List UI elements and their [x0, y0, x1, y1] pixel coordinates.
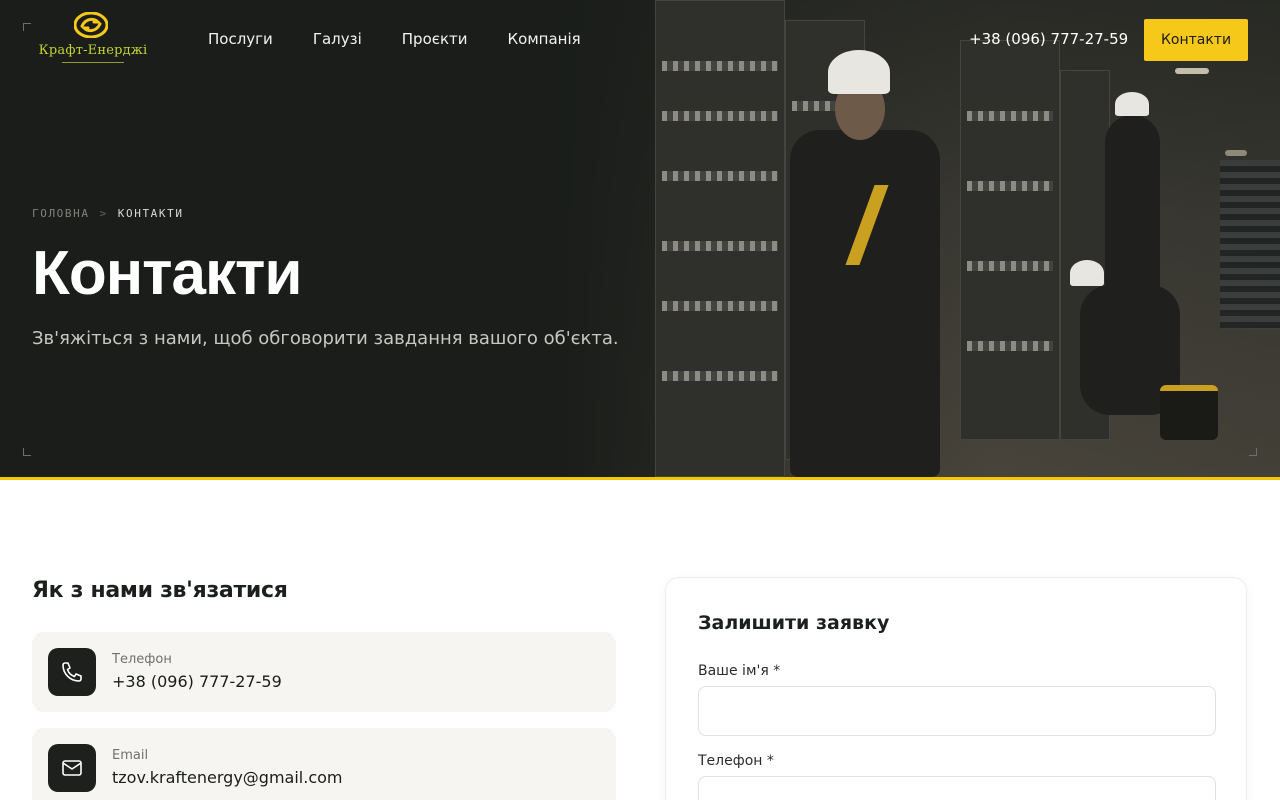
- electrical-cabinet: [960, 40, 1060, 440]
- name-input[interactable]: [698, 686, 1216, 736]
- logo-text: Крафт-Енерджі: [38, 43, 148, 58]
- form-title: Залишити заявку: [698, 612, 890, 634]
- phone-field-label: Телефон *: [698, 753, 774, 769]
- worker-figure: [790, 130, 940, 477]
- contacts-section-title: Як з нами зв'язатися: [32, 578, 288, 603]
- breadcrumb-current: КОНТАКТИ: [117, 207, 184, 220]
- logo[interactable]: Крафт-Енерджі: [36, 12, 150, 66]
- hero-photo: [560, 0, 1280, 477]
- phone-input[interactable]: [698, 776, 1216, 800]
- contact-card-email[interactable]: Email tzov.kraftenergy@gmail.com: [32, 728, 616, 800]
- request-form: Залишити заявку Ваше ім'я * Телефон *: [665, 577, 1247, 800]
- nav-item-services[interactable]: Послуги: [208, 30, 273, 48]
- nav-item-projects[interactable]: Проєкти: [402, 30, 468, 48]
- electrical-cabinet: [655, 0, 785, 477]
- contact-label: Email: [112, 748, 149, 763]
- worker-figure: [1105, 115, 1160, 295]
- nav-item-company[interactable]: Компанія: [508, 30, 581, 48]
- contact-value-phone[interactable]: +38 (096) 777-27-59: [112, 672, 282, 691]
- breadcrumb-home[interactable]: ГОЛОВНА: [32, 207, 90, 220]
- breadcrumb: ГОЛОВНА > КОНТАКТИ: [32, 207, 184, 220]
- name-field-label: Ваше ім'я *: [698, 663, 781, 679]
- nav-item-industries[interactable]: Галузі: [313, 30, 362, 48]
- page-title: Контакти: [32, 239, 303, 308]
- contacts-cta-button[interactable]: Контакти: [1144, 19, 1248, 61]
- accent-divider: [0, 477, 1280, 480]
- contact-card-phone[interactable]: Телефон +38 (096) 777-27-59: [32, 632, 616, 712]
- logo-mark-icon: [74, 12, 108, 38]
- page-subtitle: Зв'яжіться з нами, щоб обговорити завдан…: [32, 328, 619, 349]
- contact-value-email[interactable]: tzov.kraftenergy@gmail.com: [112, 768, 343, 787]
- helmet: [828, 50, 890, 94]
- header-phone-link[interactable]: +38 (096) 777-27-59: [969, 30, 1128, 48]
- contact-label: Телефон: [112, 652, 172, 667]
- chevron-right-icon: >: [99, 207, 108, 220]
- tool-bag: [1160, 385, 1218, 440]
- phone-icon: [48, 648, 96, 696]
- hero-section: Крафт-Енерджі Послуги Галузі Проєкти Ком…: [0, 0, 1280, 477]
- main-nav: Послуги Галузі Проєкти Компанія: [208, 30, 621, 48]
- mail-icon: [48, 744, 96, 792]
